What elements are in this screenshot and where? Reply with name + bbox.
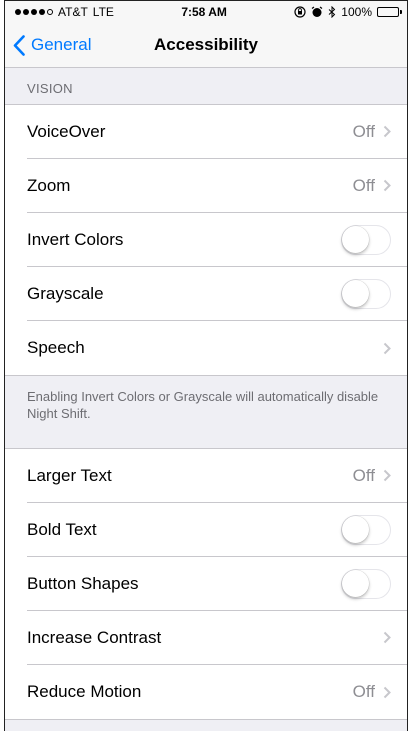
vision-group: VoiceOver Off Zoom Off Invert Colors Gra…: [5, 104, 407, 376]
toggle-knob: [342, 515, 369, 543]
row-grayscale: Grayscale: [27, 267, 407, 321]
row-label: VoiceOver: [27, 121, 106, 141]
battery-icon: [377, 7, 402, 17]
row-detail: Off: [353, 122, 391, 142]
chevron-right-icon: [383, 686, 391, 698]
row-button-shapes: Button Shapes: [27, 557, 407, 611]
orientation-lock-icon: [294, 6, 306, 18]
back-button-label: General: [31, 35, 92, 54]
chevron-right-icon: [383, 469, 391, 482]
row-label: Reduce Motion: [27, 682, 142, 701]
status-left: AT&T LTE: [15, 5, 114, 19]
row-detail: Off: [353, 682, 391, 702]
row-voiceover[interactable]: VoiceOver Off: [27, 105, 407, 159]
row-bold-text: Bold Text: [27, 503, 407, 557]
battery-percent: 100%: [341, 5, 372, 19]
button-shapes-toggle[interactable]: [341, 568, 391, 599]
grayscale-toggle[interactable]: [341, 278, 391, 309]
row-detail: [383, 631, 391, 644]
text-group: Larger Text Off Bold Text Button Shapes …: [5, 448, 407, 720]
toggle-knob: [342, 279, 369, 307]
row-speech[interactable]: Speech: [27, 321, 407, 375]
toggle-knob: [342, 569, 369, 597]
row-label: Larger Text: [27, 465, 112, 485]
row-zoom[interactable]: Zoom Off: [27, 159, 407, 213]
chevron-right-icon: [383, 631, 391, 644]
carrier-name: AT&T: [58, 5, 88, 19]
toggle-knob: [342, 225, 369, 253]
row-label: Grayscale: [27, 283, 104, 303]
row-label: Invert Colors: [27, 229, 124, 249]
row-label: Increase Contrast: [27, 627, 162, 647]
row-value: Off: [352, 121, 375, 141]
vision-footer-note: Enabling Invert Colors or Grayscale will…: [27, 389, 379, 421]
row-value: Off: [352, 682, 375, 701]
bluetooth-icon: [328, 6, 336, 18]
row-value: Off: [352, 465, 375, 485]
chevron-right-icon: [383, 125, 391, 138]
network-type: LTE: [92, 5, 114, 19]
status-bar: AT&T LTE 7:58 AM 100%: [5, 1, 407, 23]
invert-colors-toggle[interactable]: [341, 224, 391, 255]
row-label: Speech: [27, 338, 85, 357]
row-label: Bold Text: [27, 519, 97, 539]
section-header-vision: VISION: [27, 81, 73, 96]
row-invert-colors: Invert Colors: [27, 213, 407, 267]
row-detail: Off: [353, 176, 391, 196]
row-increase-contrast[interactable]: Increase Contrast: [27, 611, 407, 665]
status-time: 7:58 AM: [181, 5, 227, 19]
alarm-icon: [311, 6, 323, 17]
phone-screen: AT&T LTE 7:58 AM 100% General Accessibil…: [4, 0, 408, 731]
navigation-bar: General Accessibility: [5, 23, 407, 68]
signal-strength-icon: [15, 9, 53, 15]
back-button[interactable]: General: [5, 34, 92, 56]
row-reduce-motion[interactable]: Reduce Motion Off: [27, 665, 407, 719]
chevron-right-icon: [383, 179, 391, 192]
row-detail: Off: [353, 466, 391, 486]
bold-text-toggle[interactable]: [341, 514, 391, 545]
row-label: Zoom: [27, 175, 71, 195]
chevron-right-icon: [383, 342, 391, 354]
row-label: Button Shapes: [27, 573, 139, 593]
status-right: 100%: [294, 5, 402, 19]
row-detail: [383, 342, 391, 355]
bottom-spacer: [5, 720, 407, 731]
row-larger-text[interactable]: Larger Text Off: [27, 449, 407, 503]
chevron-left-icon: [13, 34, 25, 56]
row-value: Off: [352, 175, 375, 195]
